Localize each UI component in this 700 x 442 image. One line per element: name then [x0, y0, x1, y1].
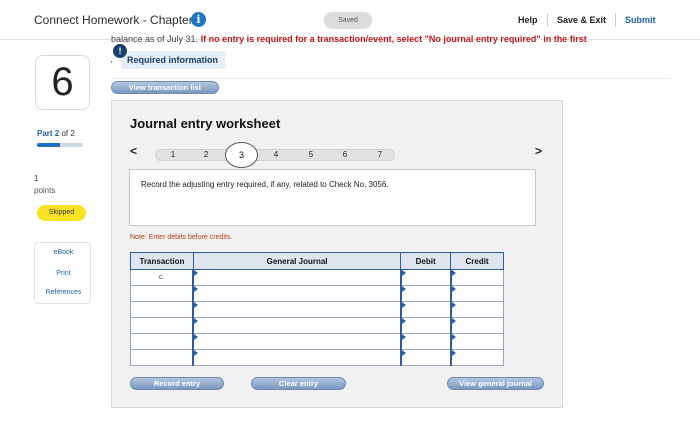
required-info-label[interactable]: Required information	[127, 55, 218, 65]
page-4-button[interactable]: 4	[266, 149, 286, 161]
page-7-button[interactable]: 7	[370, 149, 390, 161]
instruction-box	[129, 169, 536, 226]
view-transaction-list-button[interactable]: View transaction list	[111, 81, 219, 94]
page-2-button[interactable]: 2	[196, 149, 216, 161]
table-row	[130, 317, 504, 334]
header-debit: Debit	[400, 252, 452, 270]
assignment-title: Connect Homework - Chapter 6	[34, 13, 203, 27]
table-row	[130, 301, 504, 318]
journal-entry-table: Transaction General Journal Debit Credit…	[130, 252, 504, 366]
saved-status-pill: Saved	[324, 12, 372, 29]
skipped-badge: Skipped	[37, 205, 86, 221]
page-5-button[interactable]: 5	[301, 149, 321, 161]
part-progress-fill	[37, 143, 60, 147]
debit-input[interactable]	[399, 301, 452, 318]
chevron-right-icon[interactable]: >	[535, 144, 542, 158]
header-divider	[615, 13, 616, 27]
resource-links-box: eBook Print References	[34, 242, 91, 304]
record-entry-button[interactable]: Record entry	[130, 377, 224, 390]
instruction-text: Record the adjusting entry required, if …	[141, 180, 389, 189]
table-row: c.	[130, 269, 504, 286]
transaction-cell	[130, 349, 194, 366]
credit-input[interactable]	[449, 285, 504, 302]
header-transaction: Transaction	[130, 252, 194, 270]
note-text: Note: Enter debits before credits.	[130, 234, 233, 241]
debit-input[interactable]	[399, 269, 452, 286]
alert-icon: !	[113, 44, 127, 58]
credit-input[interactable]	[449, 301, 504, 318]
page-1-button[interactable]: 1	[163, 149, 183, 161]
header-divider	[547, 13, 548, 27]
transaction-cell	[130, 317, 194, 334]
debit-input[interactable]	[399, 317, 452, 334]
transaction-cell	[130, 333, 194, 350]
points-value: 1	[34, 174, 39, 183]
transaction-cell: c.	[130, 269, 194, 286]
page-3-button-active[interactable]: 3	[225, 142, 258, 168]
points-label: points	[34, 186, 56, 195]
general-journal-input[interactable]	[192, 349, 402, 366]
general-journal-input[interactable]	[192, 285, 402, 302]
cutoff-instruction-text: balance as of July 31. If no entry is re…	[111, 34, 671, 46]
debit-input[interactable]	[399, 333, 452, 350]
transaction-cell	[130, 285, 194, 302]
divider	[110, 78, 670, 79]
table-row	[130, 285, 504, 302]
chevron-left-icon[interactable]: <	[130, 144, 137, 158]
save-exit-link[interactable]: Save & Exit	[557, 15, 606, 25]
credit-input[interactable]	[449, 317, 504, 334]
required-info-comma: ,	[110, 54, 113, 64]
transaction-cell	[130, 301, 194, 318]
general-journal-input[interactable]	[192, 317, 402, 334]
credit-input[interactable]	[449, 349, 504, 366]
cutoff-normal-text: balance as of July 31.	[111, 34, 199, 44]
print-link[interactable]: Print	[35, 270, 92, 277]
question-number: 6	[35, 55, 90, 110]
references-link[interactable]: References	[35, 289, 92, 296]
part-indicator: Part 2 of 2	[37, 129, 75, 138]
page-6-button[interactable]: 6	[335, 149, 355, 161]
help-link[interactable]: Help	[518, 15, 538, 25]
header-general-journal: General Journal	[192, 252, 402, 270]
ebook-link[interactable]: eBook	[35, 249, 92, 256]
info-icon[interactable]: i	[191, 12, 206, 27]
debit-input[interactable]	[399, 349, 452, 366]
worksheet-title: Journal entry worksheet	[130, 116, 281, 131]
debit-input[interactable]	[399, 285, 452, 302]
part-progress-bar	[37, 143, 83, 147]
clear-entry-button[interactable]: Clear entry	[251, 377, 346, 390]
view-general-journal-button[interactable]: View general journal	[447, 377, 544, 390]
table-row	[130, 349, 504, 366]
general-journal-input[interactable]	[192, 333, 402, 350]
credit-input[interactable]	[449, 269, 504, 286]
submit-link[interactable]: Submit	[625, 15, 656, 25]
table-row	[130, 333, 504, 350]
general-journal-input[interactable]	[192, 301, 402, 318]
part-indicator-total: of 2	[61, 129, 75, 138]
credit-input[interactable]	[449, 333, 504, 350]
cutoff-red-text: If no entry is required for a transactio…	[200, 34, 587, 44]
table-header-row: Transaction General Journal Debit Credit	[130, 252, 504, 270]
part-indicator-current: Part 2	[37, 129, 60, 138]
header-credit: Credit	[450, 252, 504, 270]
general-journal-input[interactable]	[192, 269, 402, 286]
